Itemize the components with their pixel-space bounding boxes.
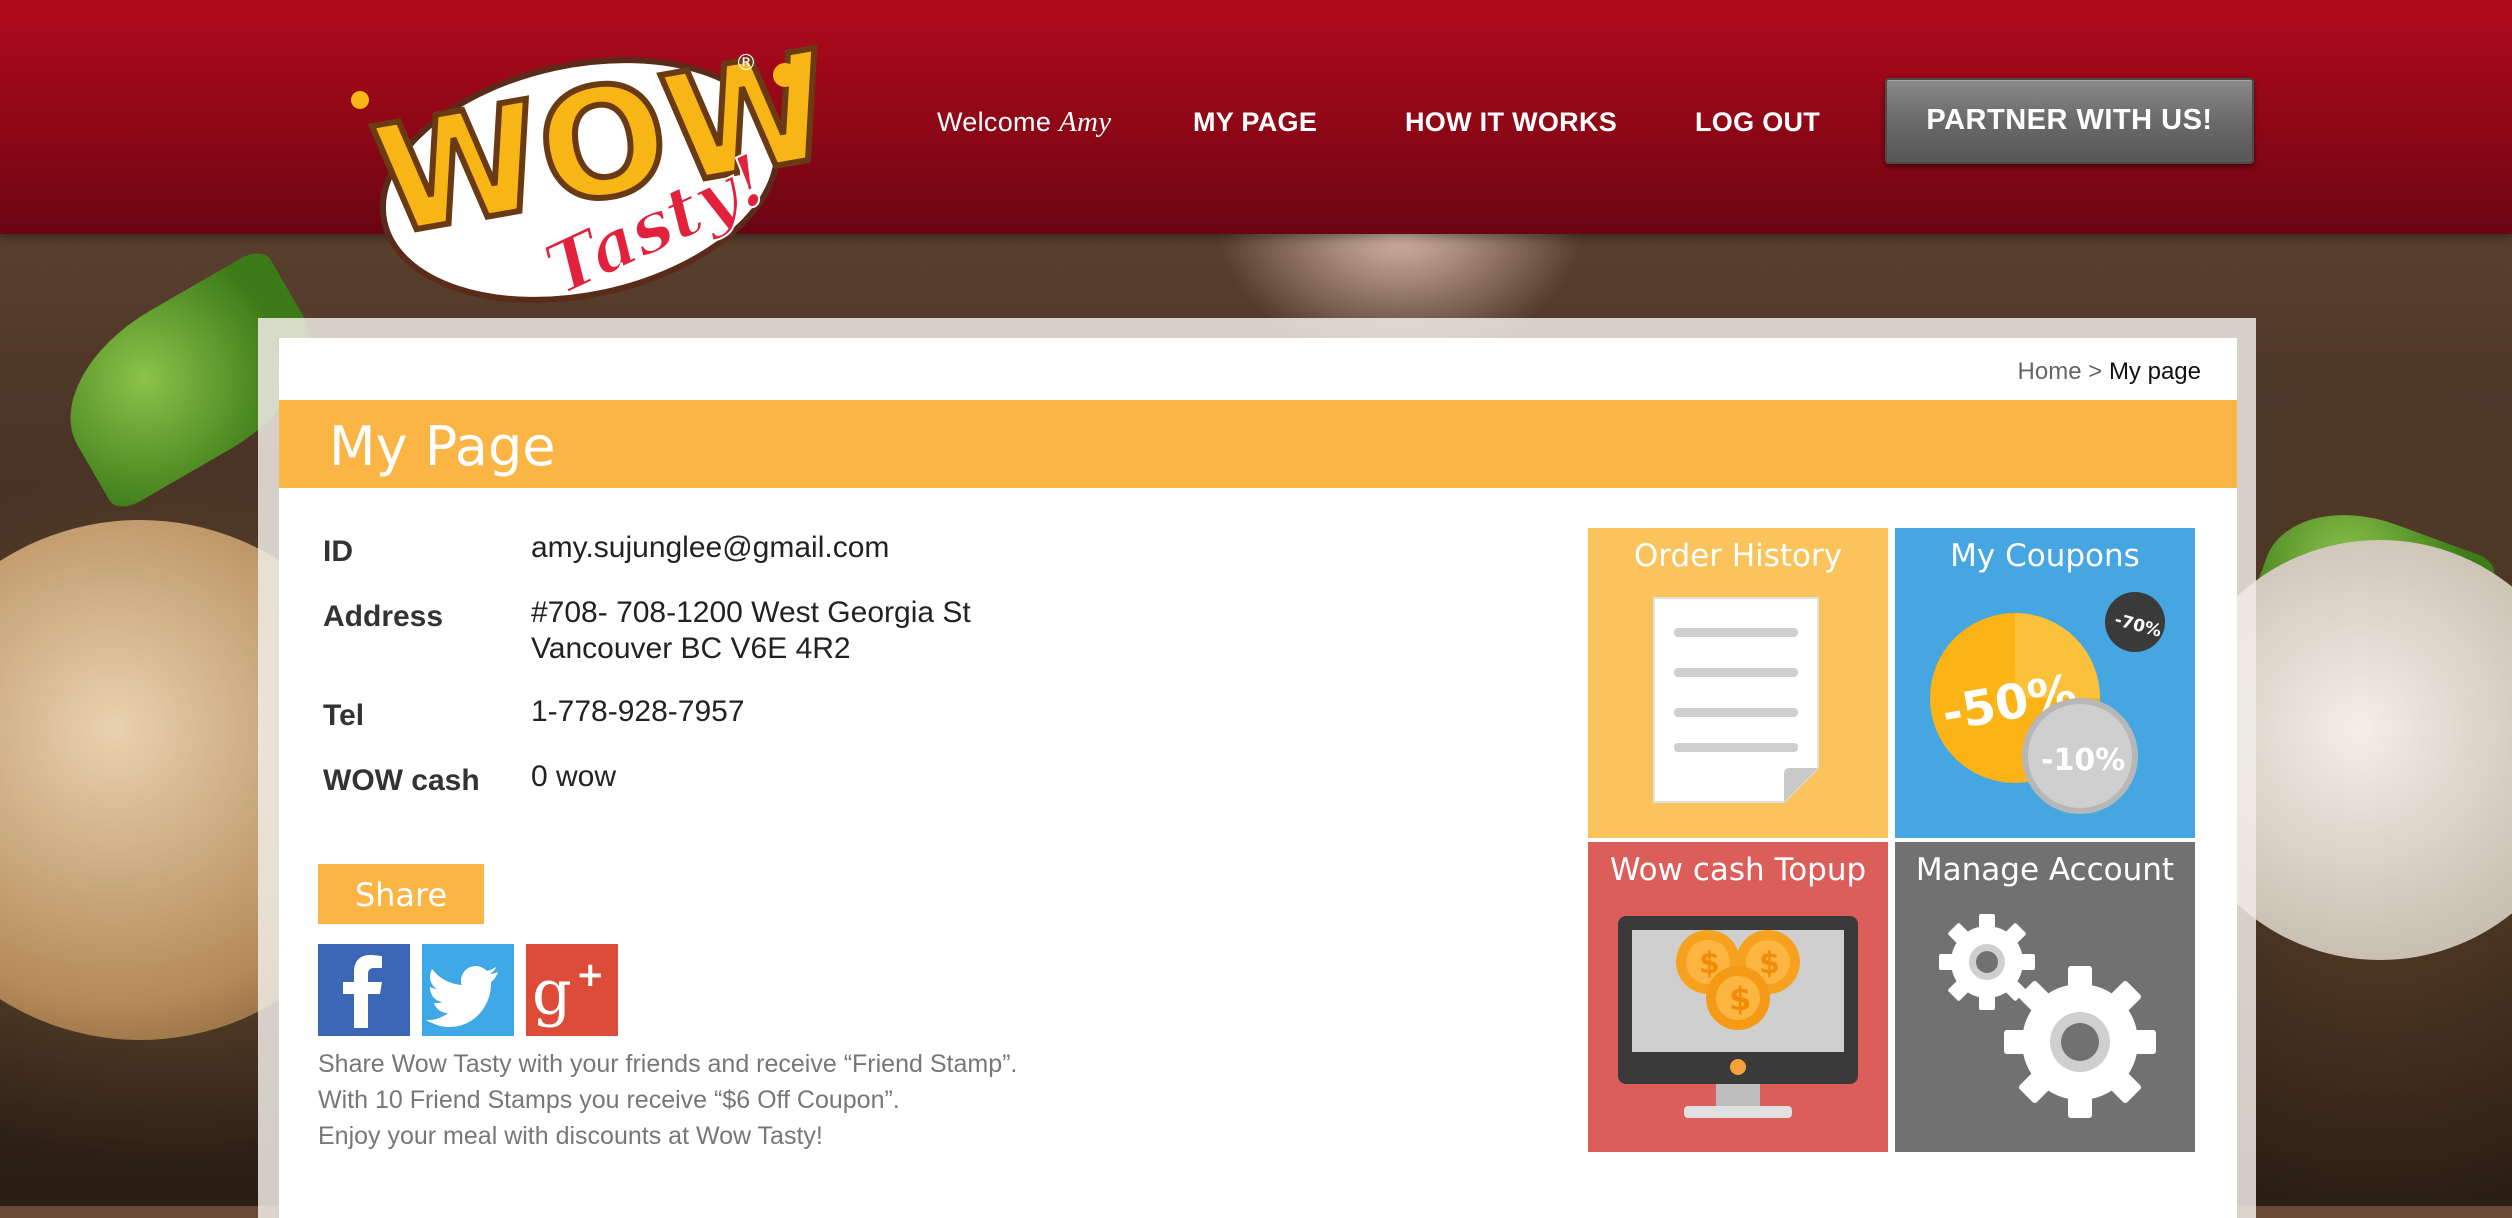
tel-value: 1-778-928-7957 — [531, 695, 745, 728]
address-label: Address — [323, 600, 444, 633]
user-name: Amy — [1058, 106, 1112, 138]
welcome-prefix: Welcome — [937, 107, 1052, 137]
svg-text:g: g — [532, 956, 572, 1029]
coupon-badge-small: -10% — [2041, 743, 2125, 778]
page-title: My Page — [329, 415, 556, 478]
address-line-2: Vancouver BC V6E 4R2 — [531, 632, 851, 665]
svg-text:$: $ — [1759, 946, 1780, 981]
welcome-message: Welcome Amy — [937, 100, 1111, 144]
wow-cash-topup-tile[interactable]: Wow cash Topup $ $ $ — [1588, 842, 1888, 1152]
id-value: amy.sujunglee@gmail.com — [531, 531, 890, 564]
tel-label: Tel — [323, 699, 365, 732]
page-title-bar: My Page — [279, 400, 2237, 488]
svg-text:+: + — [576, 955, 605, 995]
share-description: Share Wow Tasty with your friends and re… — [318, 1046, 1017, 1154]
document-icon — [1653, 597, 1819, 803]
order-history-title: Order History — [1633, 538, 1843, 574]
background-herb — [2240, 486, 2500, 704]
manage-account-tile[interactable]: Manage Account — [1895, 842, 2195, 1152]
breadcrumb-separator: > — [2088, 358, 2103, 385]
svg-text:$: $ — [1699, 946, 1720, 981]
partner-with-us-button[interactable]: PARTNER WITH US! — [1885, 78, 2254, 164]
twitter-icon[interactable] — [422, 944, 514, 1036]
coupon-icon: -50% -10% -70% — [1930, 592, 2165, 814]
monitor-coins-icon: $ $ $ — [1618, 916, 1858, 1118]
breadcrumb: Home > My page — [2018, 358, 2201, 386]
share-line-1: Share Wow Tasty with your friends and re… — [318, 1050, 1018, 1078]
nav-log-out[interactable]: LOG OUT — [1695, 100, 1820, 144]
content-panel: Home > My page My Page ID amy.sujunglee@… — [279, 338, 2237, 1218]
share-button[interactable]: Share — [318, 864, 484, 924]
wow-cash-value: 0 wow — [531, 760, 617, 793]
breadcrumb-home[interactable]: Home — [2018, 358, 2082, 385]
wow-cash-topup-title: Wow cash Topup — [1609, 852, 1867, 888]
wow-cash-label: WOW cash — [323, 764, 480, 797]
nav-how-it-works[interactable]: HOW IT WORKS — [1405, 100, 1617, 144]
google-plus-icon[interactable]: g + — [526, 944, 618, 1036]
share-line-3: Enjoy your meal with discounts at Wow Ta… — [318, 1122, 823, 1150]
breadcrumb-current: My page — [2108, 358, 2201, 385]
svg-text:$: $ — [1729, 980, 1751, 1018]
svg-text:®: ® — [735, 51, 757, 76]
gears-icon — [1939, 914, 2156, 1118]
share-line-2: With 10 Friend Stamps you receive “$6 Of… — [318, 1086, 900, 1114]
id-label: ID — [323, 535, 353, 568]
manage-account-title: Manage Account — [1915, 852, 2175, 888]
my-coupons-tile[interactable]: My Coupons -50% -10% -70% — [1895, 528, 2195, 838]
nav-my-page[interactable]: MY PAGE — [1193, 100, 1317, 144]
address-line-1: #708- 708-1200 West Georgia St — [531, 596, 971, 629]
wow-tasty-logo[interactable]: WOW Tasty! ® — [340, 16, 847, 320]
my-coupons-title: My Coupons — [1950, 538, 2140, 574]
order-history-tile[interactable]: Order History — [1588, 528, 1888, 838]
facebook-icon[interactable] — [318, 944, 410, 1036]
